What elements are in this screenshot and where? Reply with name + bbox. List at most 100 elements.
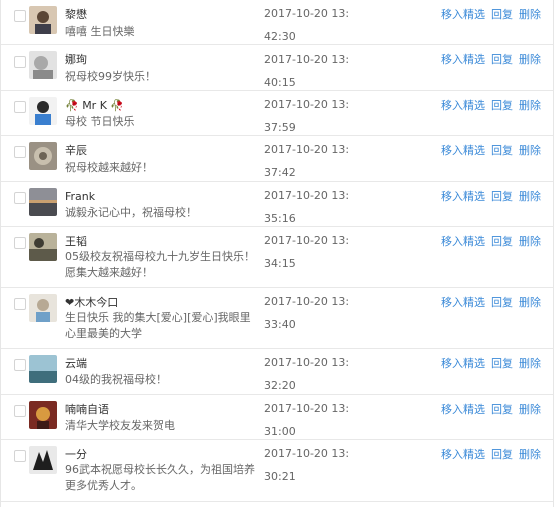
commenter-name: 云端 xyxy=(65,357,87,370)
comment-row: ❤木木今口 生日快乐 我的集大[爱心][爱心]我眼里心里最美的大学 2017-1… xyxy=(1,288,553,349)
avatar[interactable] xyxy=(29,97,57,125)
comment-list: 黎懋 嘻嘻 生日快樂 2017-10-20 13:42:30 移入精选 回复 删除 … xyxy=(0,0,554,507)
commenter-name: 王韬 xyxy=(65,235,87,248)
reply-button[interactable]: 回复 xyxy=(491,448,513,461)
select-checkbox[interactable] xyxy=(14,405,26,417)
delete-button[interactable]: 删除 xyxy=(519,448,541,461)
feature-button[interactable]: 移入精选 xyxy=(441,235,485,248)
comment-row: Frank 诚毅永记心中，祝福母校！ 2017-10-20 13:35:16 移… xyxy=(1,182,553,227)
comment-text: 祝母校99岁快乐！ xyxy=(65,70,156,83)
comment-text: 祝母校越来越好！ xyxy=(65,161,153,174)
feature-button[interactable]: 移入精选 xyxy=(441,403,485,416)
select-checkbox[interactable] xyxy=(14,298,26,310)
reply-button[interactable]: 回复 xyxy=(491,99,513,112)
comment-row: 云端 04级的我祝福母校！ 2017-10-20 13:32:20 移入精选 回复… xyxy=(1,349,553,395)
delete-button[interactable]: 删除 xyxy=(519,99,541,112)
reply-button[interactable]: 回复 xyxy=(491,296,513,309)
delete-button[interactable]: 删除 xyxy=(519,403,541,416)
avatar[interactable] xyxy=(29,446,57,474)
row-actions: 移入精选 回复 删除 xyxy=(441,98,541,114)
commenter-name: 一分 xyxy=(65,448,87,461)
select-checkbox[interactable] xyxy=(14,146,26,158)
comment-time: 2017-10-20 13:31:00 xyxy=(264,402,350,438)
comment-text: 04级的我祝福母校！ xyxy=(65,373,167,386)
comment-text: 生日快乐 我的集大[爱心][爱心]我眼里心里最美的大学 xyxy=(65,311,251,340)
row-actions: 移入精选 回复 删除 xyxy=(441,402,541,418)
feature-button[interactable]: 移入精选 xyxy=(441,190,485,203)
commenter-name: 黎懋 xyxy=(65,8,87,21)
comment-row: 王韬 05级校友祝福母校九十九岁生日快乐！愿集大越来越好！ 2017-10-20… xyxy=(1,227,553,288)
avatar[interactable] xyxy=(29,6,57,34)
delete-button[interactable]: 删除 xyxy=(519,296,541,309)
delete-button[interactable]: 删除 xyxy=(519,144,541,157)
row-actions: 移入精选 回复 删除 xyxy=(441,295,541,311)
delete-button[interactable]: 删除 xyxy=(519,190,541,203)
row-actions: 移入精选 回复 删除 xyxy=(441,52,541,68)
delete-button[interactable]: 删除 xyxy=(519,53,541,66)
comment-text: 诚毅永记心中，祝福母校！ xyxy=(65,206,197,219)
row-actions: 移入精选 回复 删除 xyxy=(441,143,541,159)
comment-row: 娜珣 祝母校99岁快乐！ 2017-10-20 13:40:15 移入精选 回复删… xyxy=(1,45,553,91)
comment-time: 2017-10-20 13:42:30 xyxy=(264,7,350,43)
comment-time: 2017-10-20 13:35:16 xyxy=(264,189,350,225)
select-checkbox[interactable] xyxy=(14,450,26,462)
avatar[interactable] xyxy=(29,142,57,170)
comment-text: 05级校友祝福母校九十九岁生日快乐！愿集大越来越好！ xyxy=(65,250,255,279)
row-actions: 移入精选 回复 删除 xyxy=(441,447,541,463)
delete-button[interactable]: 删除 xyxy=(519,235,541,248)
comment-time: 2017-10-20 13:30:21 xyxy=(264,447,350,483)
feature-button[interactable]: 移入精选 xyxy=(441,8,485,21)
comment-time: 2017-10-20 13:32:20 xyxy=(264,356,350,392)
select-checkbox[interactable] xyxy=(14,56,26,68)
feature-button[interactable]: 移入精选 xyxy=(441,357,485,370)
comment-text: 清华大学校友发来贺电 xyxy=(65,419,175,432)
comment-time: 2017-10-20 13:34:15 xyxy=(264,234,350,270)
select-checkbox[interactable] xyxy=(14,192,26,204)
delete-button[interactable]: 删除 xyxy=(519,8,541,21)
avatar[interactable] xyxy=(29,294,57,322)
comment-row: 辛辰 祝母校越来越好！ 2017-10-20 13:37:42 移入精选 回复 删除 xyxy=(1,136,553,182)
comment-text: 96武本祝愿母校长长久久，为祖国培养更多优秀人才。 xyxy=(65,463,255,492)
row-actions: 移入精选 回复 删除 xyxy=(441,189,541,205)
avatar[interactable] xyxy=(29,355,57,383)
comment-time: 2017-10-20 13:40:15 xyxy=(264,53,350,89)
comment-text: 嘻嘻 生日快樂 xyxy=(65,25,135,38)
comment-row: 黎懋 嘻嘻 生日快樂 2017-10-20 13:42:30 移入精选 回复 删除 xyxy=(1,0,553,45)
feature-button[interactable]: 移入精选 xyxy=(441,99,485,112)
avatar[interactable] xyxy=(29,188,57,216)
feature-button[interactable]: 移入精选 xyxy=(441,53,485,66)
commenter-name: ❤木木今口 xyxy=(65,296,119,309)
reply-button[interactable]: 回复 xyxy=(491,144,513,157)
delete-button[interactable]: 删除 xyxy=(519,357,541,370)
row-actions: 移入精选 回复 删除 xyxy=(441,356,541,372)
select-checkbox[interactable] xyxy=(14,101,26,113)
select-checkbox[interactable] xyxy=(14,237,26,249)
commenter-name: 喃喃自语 xyxy=(65,403,109,416)
comment-time: 2017-10-20 13:33:40 xyxy=(264,295,350,331)
comment-row: 喃喃自语 清华大学校友发来贺电 2017-10-20 13:31:00 移入精选… xyxy=(1,395,553,440)
avatar[interactable] xyxy=(29,233,57,261)
comment-text: 母校 节日快乐 xyxy=(65,115,135,128)
reply-button[interactable]: 回复 xyxy=(491,403,513,416)
feature-button[interactable]: 移入精选 xyxy=(441,144,485,157)
reply-button[interactable]: 回复 xyxy=(491,235,513,248)
reply-button[interactable]: 回复 xyxy=(491,53,513,66)
commenter-name: Frank xyxy=(65,190,96,203)
feature-button[interactable]: 移入精选 xyxy=(441,448,485,461)
avatar[interactable] xyxy=(29,51,57,79)
select-checkbox[interactable] xyxy=(14,10,26,22)
row-actions: 移入精选 回复 删除 xyxy=(441,234,541,250)
reply-button[interactable]: 回复 xyxy=(491,357,513,370)
avatar[interactable] xyxy=(29,401,57,429)
reply-button[interactable]: 回复 xyxy=(491,190,513,203)
comment-time: 2017-10-20 13:37:42 xyxy=(264,143,350,179)
feature-button[interactable]: 移入精选 xyxy=(441,296,485,309)
commenter-name: 辛辰 xyxy=(65,144,87,157)
row-actions: 移入精选 回复 删除 xyxy=(441,7,541,23)
select-checkbox[interactable] xyxy=(14,359,26,371)
commenter-name: 娜珣 xyxy=(65,53,87,66)
comment-row: 一分 96武本祝愿母校长长久久，为祖国培养更多优秀人才。 2017-10-20 … xyxy=(1,440,553,502)
comment-time: 2017-10-20 13:37:59 xyxy=(264,98,350,134)
commenter-name: 🥀 Mr K 🥀 xyxy=(65,99,125,112)
reply-button[interactable]: 回复 xyxy=(491,8,513,21)
